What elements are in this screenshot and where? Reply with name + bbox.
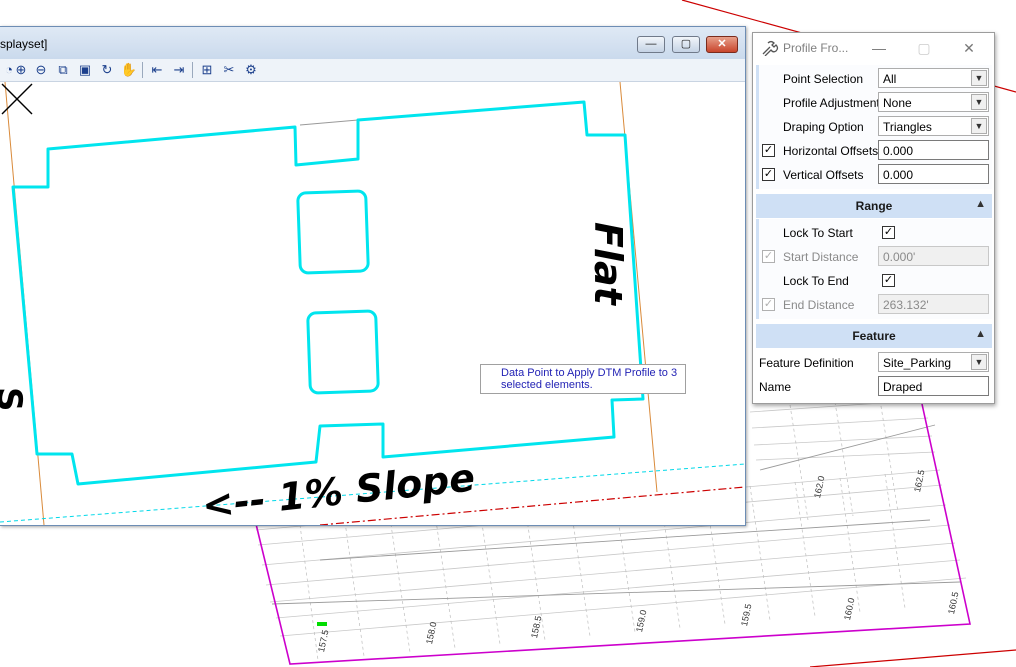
feature-header-label: Feature — [852, 329, 896, 343]
lock-to-start-row: Lock To Start ✓ — [753, 221, 994, 245]
name-field[interactable]: Draped — [878, 376, 989, 396]
view-toolbar: ◔ ⊕ ⊖ ⧉ ▣ ↻ ✋ ⇤ ⇥ ⊞ ✂ ⚙ — [0, 59, 745, 82]
toolbar-separator — [142, 62, 143, 78]
vertical-offsets-field[interactable]: 0.000 — [878, 164, 989, 184]
view-window[interactable]: splayset] — ▢ ✕ ◔ ⊕ ⊖ ⧉ ▣ ↻ ✋ ⇤ ⇥ ⊞ ✂ ⚙ … — [0, 26, 746, 526]
profile-adjustment-label: Profile Adjustment — [783, 96, 880, 110]
draping-option-dropdown[interactable]: Triangles ▼ — [878, 116, 989, 136]
collapse-icon[interactable]: ▲ — [975, 198, 986, 210]
end-distance-checkbox: ✓ — [762, 298, 775, 311]
horizontal-offsets-field[interactable]: 0.000 — [878, 140, 989, 160]
dialog-title-bar[interactable]: Profile Fro... — ▢ ✕ — [753, 33, 994, 63]
horizontal-offsets-value: 0.000 — [883, 144, 914, 158]
dialog-title: Profile Fro... — [783, 41, 849, 55]
zoom-in-icon[interactable]: ⊕ — [12, 61, 30, 79]
start-distance-row: ✓ Start Distance 0.000' — [753, 245, 994, 269]
minimize-button[interactable]: — — [637, 36, 665, 53]
lock-to-end-label: Lock To End — [783, 274, 849, 288]
view-title: splayset] — [0, 37, 48, 51]
draping-option-row: Draping Option Triangles ▼ — [753, 115, 994, 139]
vertical-offsets-value: 0.000 — [883, 168, 914, 182]
next-view-icon[interactable]: ⇥ — [170, 61, 188, 79]
maximize-icon: ▢ — [680, 38, 692, 50]
point-selection-dropdown[interactable]: All ▼ — [878, 68, 989, 88]
svg-text:S: S — [0, 387, 29, 412]
start-distance-value: 0.000' — [883, 250, 916, 264]
toolbar-separator — [192, 62, 193, 78]
island-bottom — [306, 309, 380, 395]
chevron-down-icon[interactable]: ▼ — [971, 118, 987, 134]
close-button[interactable]: ✕ — [706, 36, 738, 53]
prompt-tooltip: Data Point to Apply DTM Profile to 3 sel… — [480, 364, 686, 394]
clip-volume-icon[interactable]: ✂ — [220, 61, 238, 79]
zoom-out-icon[interactable]: ⊖ — [32, 61, 50, 79]
lock-to-start-checkbox[interactable]: ✓ — [882, 226, 895, 239]
range-section-header[interactable]: Range ▲ — [756, 194, 992, 218]
horizontal-offsets-checkbox[interactable]: ✓ — [762, 144, 775, 157]
vertical-offsets-checkbox[interactable]: ✓ — [762, 168, 775, 181]
lock-to-start-label: Lock To Start — [783, 226, 853, 240]
crosshair-cursor-icon — [1, 83, 33, 115]
feature-definition-label: Feature Definition — [759, 356, 854, 370]
chevron-down-icon[interactable]: ▼ — [971, 94, 987, 110]
pan-view-icon[interactable]: ✋ — [120, 61, 138, 79]
dialog-close-icon[interactable]: ✕ — [959, 38, 979, 58]
end-distance-field: 263.132' — [878, 294, 989, 314]
feature-definition-row: Feature Definition Site_Parking ▼ — [753, 351, 994, 375]
draping-option-value: Triangles — [883, 120, 932, 134]
horizontal-offsets-row: ✓ Horizontal Offsets 0.000 — [753, 139, 994, 163]
chevron-down-icon[interactable]: ▼ — [971, 70, 987, 86]
feature-definition-value: Site_Parking — [883, 356, 952, 370]
dialog-maximize-icon: ▢ — [917, 40, 931, 56]
view-canvas[interactable]: S <-- 1% Slope Flat Data Point to Apply … — [0, 82, 745, 525]
feature-section-header[interactable]: Feature ▲ — [756, 324, 992, 348]
end-distance-row: ✓ End Distance 263.132' — [753, 293, 994, 317]
start-distance-label: Start Distance — [783, 250, 859, 264]
flat-annotation: Flat — [586, 222, 630, 305]
name-row: Name Draped — [753, 375, 994, 399]
island-top — [296, 189, 370, 275]
collapse-icon[interactable]: ▲ — [975, 328, 986, 340]
canvas-graphics: S — [0, 82, 745, 525]
start-distance-field: 0.000' — [878, 246, 989, 266]
chevron-down-icon[interactable]: ▼ — [971, 354, 987, 370]
copy-view-icon[interactable]: ⊞ — [198, 61, 216, 79]
draping-option-label: Draping Option — [783, 120, 864, 134]
point-selection-row: Point Selection All ▼ — [753, 67, 994, 91]
horizontal-offsets-label: Horizontal Offsets — [783, 144, 879, 158]
point-selection-label: Point Selection — [783, 72, 864, 86]
minimize-icon: — — [645, 38, 657, 50]
profile-adjustment-value: None — [883, 96, 912, 110]
end-distance-label: End Distance — [783, 298, 855, 312]
profile-from-surface-dialog[interactable]: Profile Fro... — ▢ ✕ Point Selection All… — [752, 32, 995, 404]
close-icon: ✕ — [717, 38, 727, 50]
view-attributes-icon[interactable]: ⚙ — [242, 61, 260, 79]
rotate-view-icon[interactable]: ↻ — [98, 61, 116, 79]
previous-view-icon[interactable]: ⇤ — [148, 61, 166, 79]
tool-settings-icon — [762, 40, 779, 56]
profile-adjustment-dropdown[interactable]: None ▼ — [878, 92, 989, 112]
building-outline — [11, 100, 645, 486]
view-title-bar[interactable]: splayset] — ▢ ✕ — [0, 27, 745, 61]
lock-to-end-row: Lock To End ✓ — [753, 269, 994, 293]
fit-view-icon[interactable]: ▣ — [76, 61, 94, 79]
range-header-label: Range — [855, 199, 893, 213]
vertical-offsets-row: ✓ Vertical Offsets 0.000 — [753, 163, 994, 187]
maximize-button[interactable]: ▢ — [672, 36, 700, 53]
vertical-offsets-label: Vertical Offsets — [783, 168, 864, 182]
point-selection-value: All — [883, 72, 897, 86]
profile-adjustment-row: Profile Adjustment None ▼ — [753, 91, 994, 115]
feature-definition-dropdown[interactable]: Site_Parking ▼ — [878, 352, 989, 372]
start-distance-checkbox: ✓ — [762, 250, 775, 263]
dialog-minimize-icon[interactable]: — — [869, 38, 889, 58]
lock-to-end-checkbox[interactable]: ✓ — [882, 274, 895, 287]
end-distance-value: 263.132' — [883, 298, 929, 312]
window-area-icon[interactable]: ⧉ — [54, 61, 72, 79]
name-value: Draped — [883, 380, 923, 394]
name-label: Name — [759, 380, 792, 394]
